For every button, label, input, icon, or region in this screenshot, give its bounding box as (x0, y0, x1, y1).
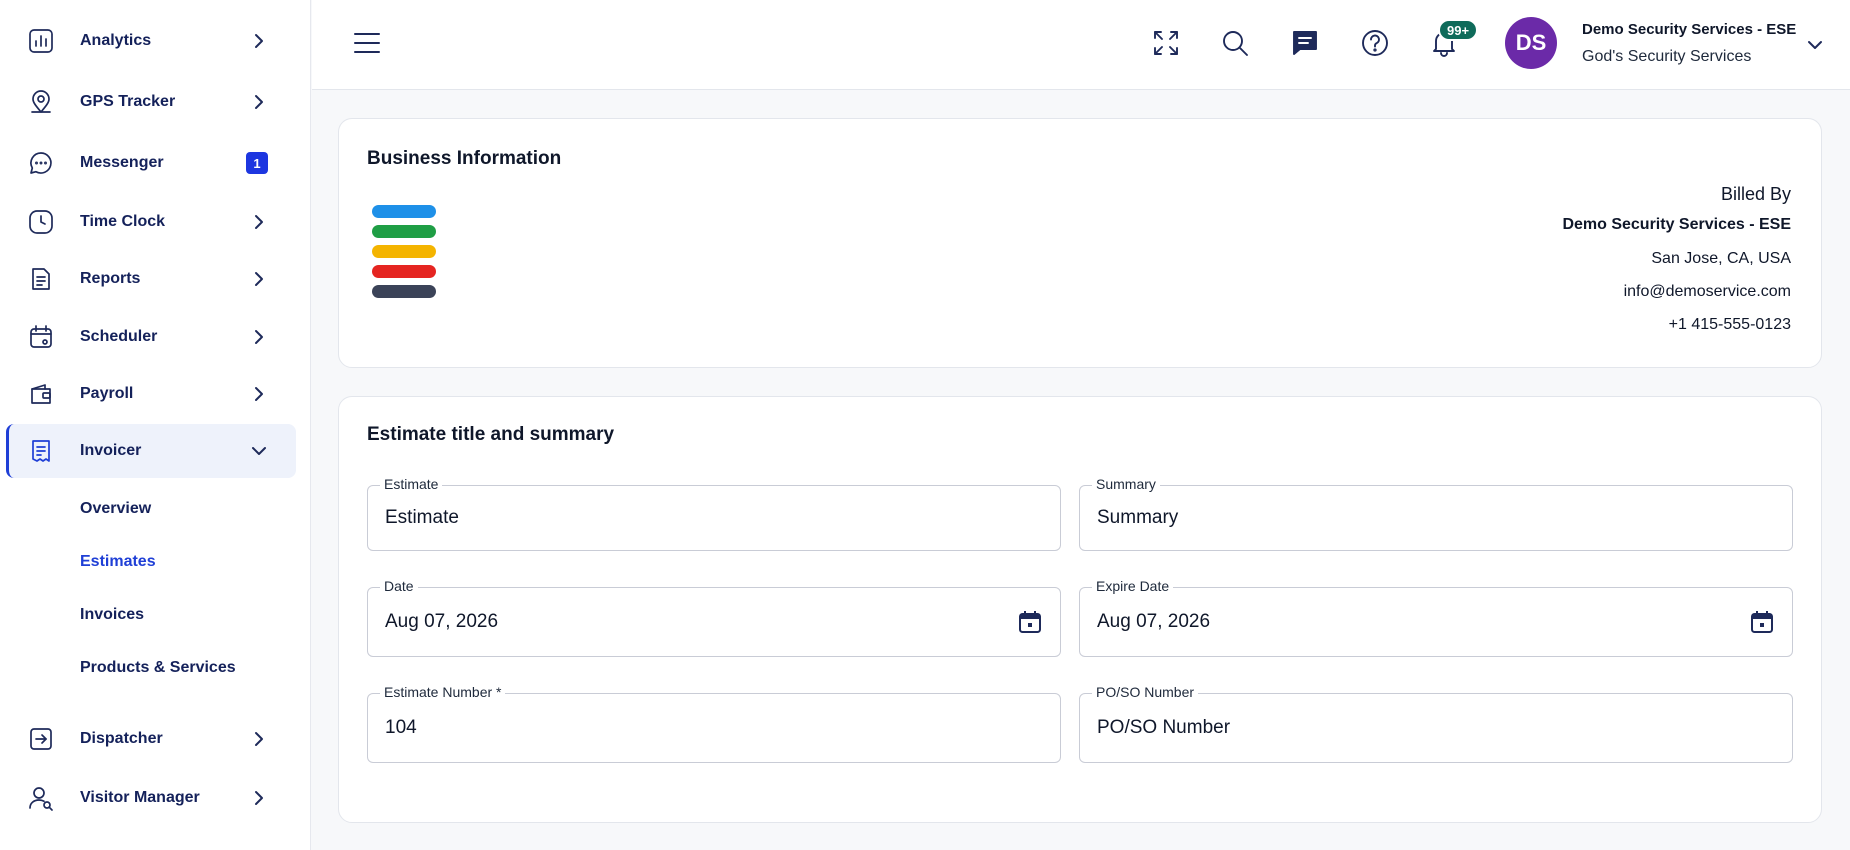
sidebar-item-label: GPS Tracker (80, 93, 176, 110)
sidebar-item-dispatcher[interactable]: Dispatcher (6, 712, 296, 766)
sidebar-subitem-overview[interactable]: Overview (80, 500, 151, 518)
sidebar-item-time-clock[interactable]: Time Clock (6, 195, 296, 249)
notification-count-badge: 99+ (1438, 19, 1479, 41)
card-title: Estimate title and summary (367, 424, 615, 445)
sidebar-item-payroll[interactable]: Payroll (6, 367, 296, 421)
sidebar-item-reports[interactable]: Reports (6, 252, 296, 306)
chevron-right-icon (250, 328, 268, 346)
bar-chart-icon (26, 26, 56, 56)
report-icon (26, 264, 56, 294)
logo-bar (372, 205, 436, 218)
sidebar-item-label: Visitor Manager (80, 789, 200, 806)
avatar[interactable]: DS (1505, 17, 1557, 69)
help-icon[interactable] (1358, 26, 1392, 60)
field-label: Summary (1092, 476, 1160, 492)
date-field[interactable]: Date Aug 07, 2026 (367, 578, 1061, 657)
chevron-right-icon (250, 789, 268, 807)
search-icon[interactable] (1218, 26, 1252, 60)
wallet-icon (26, 379, 56, 409)
sidebar-item-scheduler[interactable]: Scheduler (6, 310, 296, 364)
invoice-icon (26, 436, 56, 466)
field-value: Aug 07, 2026 (385, 611, 499, 632)
calendar-icon[interactable] (1016, 608, 1044, 636)
chevron-down-icon (250, 442, 268, 460)
chevron-right-icon (250, 730, 268, 748)
user-company-name[interactable]: God's Security Services (1582, 48, 1751, 66)
po-so-number-field[interactable]: PO/SO Number PO/SO Number (1079, 684, 1793, 763)
field-label: Estimate Number * (380, 684, 506, 700)
billed-by-location: San Jose, CA, USA (1651, 250, 1791, 267)
field-value: 104 (385, 717, 417, 738)
estimate-field[interactable]: Estimate Estimate (367, 476, 1061, 551)
hamburger-menu-icon[interactable] (354, 32, 382, 56)
field-value: PO/SO Number (1097, 717, 1231, 738)
sidebar-item-label: Invoicer (80, 442, 142, 459)
field-label: PO/SO Number (1092, 684, 1199, 700)
sidebar-item-label: Scheduler (80, 328, 158, 345)
billed-by-label: Billed By (1720, 184, 1791, 204)
sidebar-subitem-products-services[interactable]: Products & Services (80, 659, 236, 677)
unread-count-badge: 1 (246, 152, 268, 174)
sidebar-item-label: Payroll (80, 385, 134, 402)
chevron-down-icon[interactable] (1806, 36, 1824, 54)
field-value: Estimate (385, 507, 459, 528)
calendar-icon[interactable] (1748, 608, 1776, 636)
chevron-right-icon (250, 32, 268, 50)
summary-field[interactable]: Summary Summary (1079, 476, 1793, 551)
calendar-icon (26, 322, 56, 352)
field-label: Expire Date (1092, 578, 1174, 594)
sidebar-subitem-invoices[interactable]: Invoices (80, 606, 144, 624)
chat-bubble-icon (26, 148, 56, 178)
user-account-name[interactable]: Demo Security Services - ESE (1582, 21, 1796, 38)
sidebar-item-messenger[interactable]: Messenger 1 (6, 136, 296, 190)
sidebar-item-label: Reports (80, 270, 141, 287)
logo-bar (372, 225, 436, 238)
estimate-summary-card: Estimate title and summary Estimate Esti… (338, 396, 1822, 823)
sidebar: Analytics GPS Tracker Messenger 1 Time C… (0, 0, 311, 850)
card-title: Business Information (367, 148, 562, 169)
sidebar-subitem-estimates[interactable]: Estimates (80, 553, 156, 571)
clock-icon (26, 207, 56, 237)
chevron-right-icon (250, 385, 268, 403)
billed-by-email: info@demoservice.com (1623, 283, 1791, 300)
visitor-icon (26, 783, 56, 813)
field-label: Estimate (380, 476, 443, 492)
billed-by-phone: +1 415-555-0123 (1668, 316, 1791, 333)
logo-bar (372, 285, 436, 298)
sidebar-item-label: Messenger (80, 154, 164, 171)
message-icon[interactable] (1288, 26, 1322, 60)
business-information-card: Business Information Billed By Demo Secu… (338, 118, 1822, 368)
sidebar-item-invoicer[interactable]: Invoicer (6, 424, 296, 478)
billed-by-name: Demo Security Services - ESE (1562, 216, 1791, 233)
sidebar-item-analytics[interactable]: Analytics (6, 14, 296, 68)
chevron-right-icon (250, 270, 268, 288)
field-label: Date (380, 578, 418, 594)
sidebar-item-label: Time Clock (80, 213, 166, 230)
sidebar-item-visitor-manager[interactable]: Visitor Manager (6, 771, 296, 825)
sidebar-item-label: Analytics (80, 32, 152, 49)
top-header (312, 0, 1850, 90)
logo-bar (372, 265, 436, 278)
map-pin-icon (26, 87, 56, 117)
expire-date-field[interactable]: Expire Date Aug 07, 2026 (1079, 578, 1793, 657)
sidebar-item-label: Dispatcher (80, 730, 163, 747)
field-value: Summary (1097, 507, 1179, 528)
chevron-right-icon (250, 93, 268, 111)
sidebar-item-gps-tracker[interactable]: GPS Tracker (6, 75, 296, 129)
field-value: Aug 07, 2026 (1097, 611, 1211, 632)
company-logo (372, 205, 436, 305)
logo-bar (372, 245, 436, 258)
fullscreen-icon[interactable] (1149, 26, 1183, 60)
estimate-number-field[interactable]: Estimate Number * 104 (367, 684, 1061, 763)
dispatch-arrow-icon (26, 724, 56, 754)
chevron-right-icon (250, 213, 268, 231)
